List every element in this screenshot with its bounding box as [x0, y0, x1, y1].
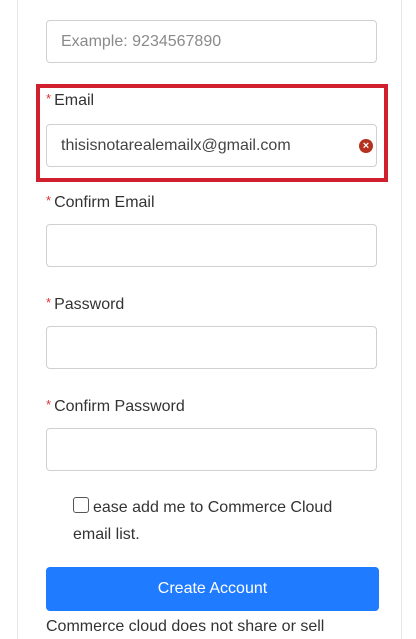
password-label-text: Password	[54, 296, 125, 313]
mailing-list-checkbox[interactable]	[73, 497, 89, 513]
email-input[interactable]	[46, 124, 377, 167]
confirm-email-label: * Confirm Email	[46, 193, 155, 212]
email-required-marker: *	[46, 91, 52, 106]
password-input[interactable]	[46, 326, 377, 369]
confirm-password-input[interactable]	[46, 428, 377, 471]
confirm-email-required-marker: *	[46, 193, 52, 208]
password-label: * Password	[46, 295, 124, 314]
confirm-email-input[interactable]	[46, 224, 377, 267]
email-label: * Email	[46, 91, 94, 110]
create-account-button[interactable]: Create Account	[46, 567, 379, 611]
confirm-password-required-marker: *	[46, 397, 52, 412]
privacy-note: Commerce cloud does not share or sell	[46, 618, 325, 635]
password-required-marker: *	[46, 295, 52, 310]
confirm-password-label-text: Confirm Password	[54, 398, 185, 415]
confirm-password-label: * Confirm Password	[46, 397, 185, 416]
mailing-list-label: ease add me to Commerce Cloud email list…	[73, 499, 333, 543]
error-circle-x-icon[interactable]: ×	[359, 139, 373, 153]
email-label-text: Email	[54, 92, 95, 109]
phone-input[interactable]	[46, 20, 377, 63]
confirm-email-label-text: Confirm Email	[54, 194, 155, 211]
